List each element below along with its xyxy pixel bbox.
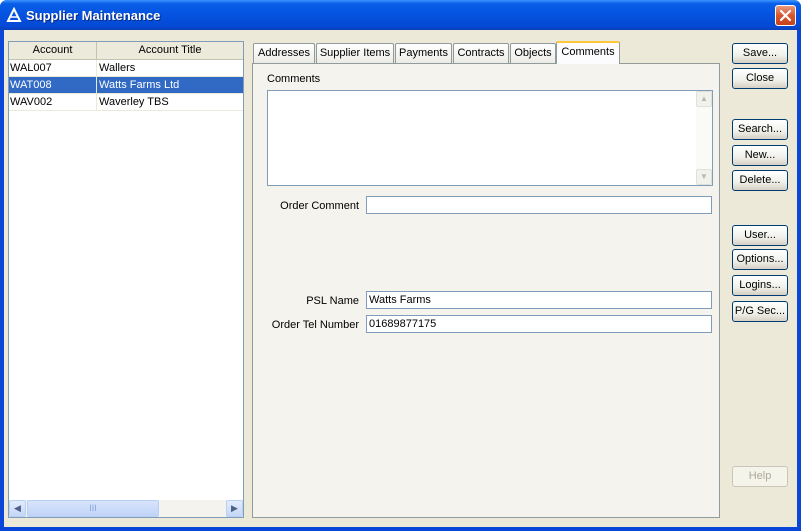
tab-objects[interactable]: Objects [510, 43, 556, 63]
user-button[interactable]: User... [732, 225, 788, 246]
column-header-account-title[interactable]: Account Title [97, 42, 243, 59]
order-comment-input[interactable] [366, 196, 712, 214]
cell-account: WAL007 [9, 60, 97, 76]
comments-label: Comments [267, 73, 321, 85]
table-row[interactable]: WAL007 Wallers [9, 60, 243, 77]
app-window: Supplier Maintenance Account Account Tit… [0, 0, 801, 531]
window-close-button[interactable] [775, 5, 796, 26]
tab-supplier-items[interactable]: Supplier Items [316, 43, 394, 63]
account-list-rows: WAL007 Wallers WAT008 Watts Farms Ltd WA… [9, 60, 243, 111]
tab-addresses[interactable]: Addresses [253, 43, 315, 63]
app-logo-icon [6, 7, 22, 22]
scroll-down-icon[interactable]: ▼ [696, 169, 712, 185]
table-row-selected[interactable]: WAT008 Watts Farms Ltd [9, 77, 243, 94]
cell-account-title: Waverley TBS [99, 96, 169, 108]
order-comment-label: Order Comment [280, 200, 359, 212]
options-button[interactable]: Options... [732, 249, 788, 270]
pg-sec-button[interactable]: P/G Sec... [732, 301, 788, 322]
scroll-right-icon[interactable]: ▶ [226, 500, 243, 517]
scrollbar-thumb[interactable]: III [27, 500, 159, 517]
order-tel-number-input[interactable]: 01689877175 [366, 315, 712, 333]
close-icon [779, 9, 792, 22]
window-title: Supplier Maintenance [26, 8, 161, 23]
save-button[interactable]: Save... [732, 43, 788, 64]
cell-account-title: Watts Farms Ltd [99, 79, 180, 91]
search-button[interactable]: Search... [732, 119, 788, 140]
psl-name-label: PSL Name [306, 295, 359, 307]
logins-button[interactable]: Logins... [732, 275, 788, 296]
cell-account-title: Wallers [99, 62, 136, 74]
account-list[interactable]: Account Account Title WAL007 Wallers WAT… [8, 41, 244, 518]
tab-comments[interactable]: Comments [556, 41, 620, 64]
comments-textarea[interactable]: ▲ ▼ [267, 90, 713, 186]
help-button[interactable]: Help [732, 466, 788, 487]
delete-button[interactable]: Delete... [732, 170, 788, 191]
cell-account: WAT008 [9, 77, 97, 93]
new-button[interactable]: New... [732, 145, 788, 166]
order-tel-number-label: Order Tel Number [271, 319, 359, 331]
close-button[interactable]: Close [732, 68, 788, 89]
tab-payments[interactable]: Payments [395, 43, 452, 63]
cell-account: WAV002 [9, 94, 97, 110]
account-list-header: Account Account Title [9, 42, 243, 60]
tab-contracts[interactable]: Contracts [453, 43, 509, 63]
table-row[interactable]: WAV002 Waverley TBS [9, 94, 243, 111]
comments-tab-panel: Comments ▲ ▼ Order Comment PSL Name Watt… [252, 63, 720, 518]
column-header-account[interactable]: Account [9, 42, 97, 59]
scroll-up-icon[interactable]: ▲ [696, 91, 712, 107]
comments-vertical-scrollbar[interactable]: ▲ ▼ [696, 91, 712, 185]
window-client-area: Account Account Title WAL007 Wallers WAT… [4, 30, 797, 527]
scroll-left-icon[interactable]: ◀ [9, 500, 26, 517]
psl-name-input[interactable]: Watts Farms [366, 291, 712, 309]
title-bar[interactable]: Supplier Maintenance [0, 0, 801, 30]
horizontal-scrollbar[interactable]: ◀ III ▶ [9, 500, 243, 517]
